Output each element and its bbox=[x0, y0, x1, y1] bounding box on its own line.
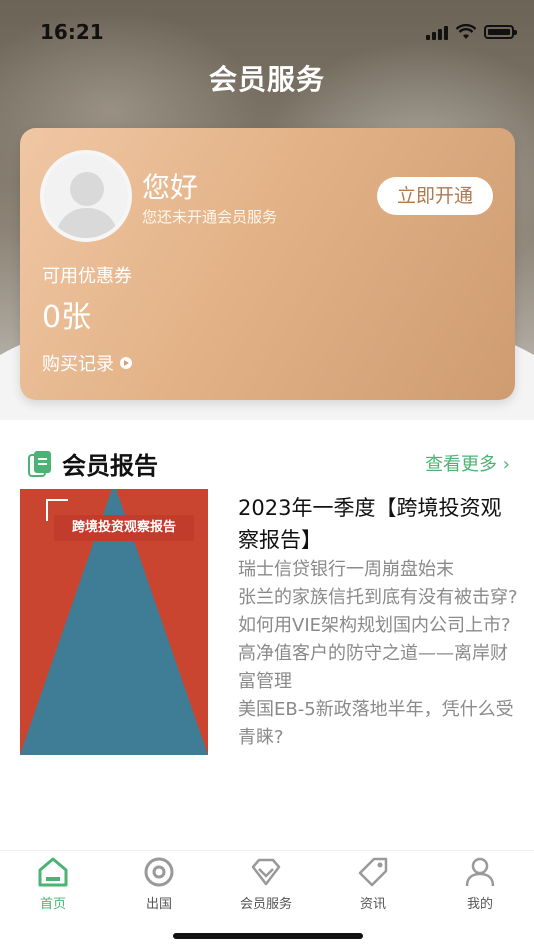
coupon-label: 可用优惠券 bbox=[42, 266, 132, 287]
tab-news[interactable]: 资讯 bbox=[320, 851, 426, 912]
document-icon bbox=[28, 450, 51, 477]
tab-abroad[interactable]: 出国 bbox=[106, 851, 212, 912]
list-item: 瑞士信贷银行一周崩盘始末 bbox=[238, 559, 454, 580]
home-indicator bbox=[173, 933, 363, 939]
article-title: 2023年一季度【跨境投资观察报告】 bbox=[238, 496, 502, 552]
avatar[interactable] bbox=[40, 150, 132, 242]
battery-icon bbox=[484, 25, 517, 39]
section-title: 会员报告 bbox=[62, 452, 158, 480]
member-card: 您好 您还未开通会员服务 立即开通 可用优惠券 0张 购买记录 bbox=[20, 128, 515, 400]
greeting-text: 您好 bbox=[142, 171, 199, 204]
status-bar: 16:21 bbox=[0, 18, 534, 48]
list-item: 如何用VIE架构规划国内公司上市? bbox=[238, 615, 511, 636]
list-item: 张兰的家族信托到底有没有被击穿? bbox=[238, 587, 518, 608]
status-time: 16:21 bbox=[40, 20, 104, 44]
list-item: 美国EB-5新政落地半年，凭什么受青睐? bbox=[238, 699, 514, 748]
chevron-right-icon: › bbox=[502, 454, 510, 475]
tag-icon bbox=[358, 857, 388, 887]
tab-label: 资讯 bbox=[359, 897, 386, 912]
target-icon bbox=[144, 857, 174, 887]
open-membership-button[interactable]: 立即开通 bbox=[377, 177, 493, 215]
report-cover[interactable]: 跨境投资观察报告 bbox=[20, 489, 208, 755]
tab-home[interactable]: 首页 bbox=[0, 851, 106, 912]
wifi-icon bbox=[456, 24, 476, 39]
signal-icon bbox=[426, 24, 448, 40]
tab-label: 首页 bbox=[39, 897, 66, 912]
member-reports-section: 会员报告 查看更多 › 跨境投资观察报告 2023年一季度【跨境投资观察报告】 … bbox=[0, 420, 534, 850]
view-more-label: 查看更多 bbox=[425, 454, 498, 475]
arrow-right-icon bbox=[120, 357, 132, 369]
purchase-records-label: 购买记录 bbox=[42, 354, 114, 375]
list-item: 高净值客户的防守之道——离岸财富管理 bbox=[238, 643, 508, 692]
tab-mine[interactable]: 我的 bbox=[427, 851, 533, 912]
tab-label: 我的 bbox=[466, 897, 493, 912]
membership-status: 您还未开通会员服务 bbox=[142, 208, 278, 226]
person-icon bbox=[465, 857, 495, 887]
diamond-icon bbox=[251, 858, 281, 886]
tab-label: 会员服务 bbox=[239, 897, 292, 912]
view-more-link[interactable]: 查看更多 › bbox=[425, 450, 510, 476]
purchase-records-link[interactable]: 购买记录 bbox=[42, 350, 132, 376]
tab-membership[interactable]: 会员服务 bbox=[213, 851, 319, 912]
coupon-count: 0张 bbox=[42, 300, 92, 335]
cover-title: 跨境投资观察报告 bbox=[54, 515, 194, 541]
report-article[interactable]: 2023年一季度【跨境投资观察报告】 瑞士信贷银行一周崩盘始末 张兰的家族信托到… bbox=[238, 492, 518, 752]
tab-label: 出国 bbox=[145, 897, 172, 912]
home-icon bbox=[38, 857, 68, 887]
page-title: 会员服务 bbox=[208, 63, 325, 96]
